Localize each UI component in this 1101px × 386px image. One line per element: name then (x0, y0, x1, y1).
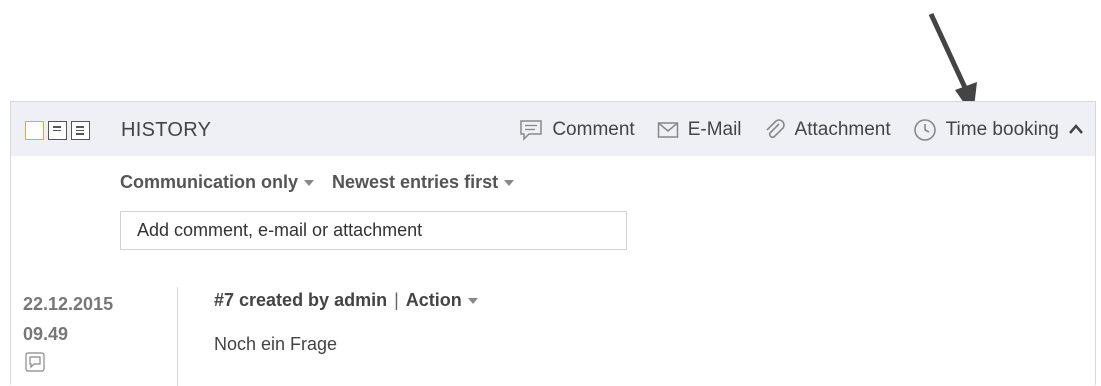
sort-order-label: Newest entries first (332, 172, 499, 192)
entry-action-dropdown[interactable]: Action (406, 290, 478, 311)
clock-icon (913, 119, 936, 141)
entry-date: 22.12.2015 (23, 294, 114, 314)
add-attachment-button[interactable]: Attachment (764, 119, 891, 141)
entry-divider (177, 287, 178, 386)
entry-action-label: Action (405, 290, 462, 310)
comment-icon (520, 120, 543, 141)
add-entry-input[interactable] (120, 211, 627, 250)
view-compact-button[interactable] (25, 121, 44, 140)
entry-timestamp: 22.12.2015 09.49 (23, 289, 113, 349)
time-booking-label: Time booking (945, 119, 1059, 140)
comment-type-icon (25, 352, 45, 372)
paperclip-icon (765, 119, 785, 139)
entry-title: #7 created by admin (214, 290, 388, 310)
add-email-button[interactable]: E-Mail (657, 119, 742, 141)
scope-filter-label: Communication only (120, 172, 299, 192)
caret-down-icon (504, 179, 515, 186)
view-detailed-button[interactable] (71, 121, 90, 140)
caret-down-icon (467, 297, 478, 304)
email-icon (657, 122, 678, 138)
entry-header: #7 created by admin | Action (214, 290, 478, 311)
history-header: HISTORY Comment E-Mail Attachment Time b… (11, 102, 1095, 156)
add-comment-button[interactable]: Comment (519, 119, 635, 141)
email-label: E-Mail (687, 119, 742, 140)
attachment-label: Attachment (794, 119, 891, 140)
history-actions: Comment E-Mail Attachment Time booking (497, 118, 1059, 142)
view-standard-button[interactable] (48, 121, 67, 140)
history-panel: HISTORY Comment E-Mail Attachment Time b… (10, 101, 1096, 386)
entry-body: Noch ein Frage (214, 334, 338, 354)
scope-filter-dropdown[interactable]: Communication only (120, 172, 315, 193)
add-time-booking-button[interactable]: Time booking (913, 118, 1059, 142)
caret-down-icon (304, 179, 315, 186)
comment-label: Comment (552, 119, 635, 140)
history-title: HISTORY (121, 119, 212, 141)
sort-order-dropdown[interactable]: Newest entries first (332, 172, 515, 193)
collapse-chevron-icon[interactable] (1068, 122, 1084, 136)
entry-separator: | (394, 290, 399, 310)
view-toggle (25, 121, 90, 140)
entry-time: 09.49 (23, 324, 69, 344)
history-filters: Communication only Newest entries first (120, 172, 515, 193)
